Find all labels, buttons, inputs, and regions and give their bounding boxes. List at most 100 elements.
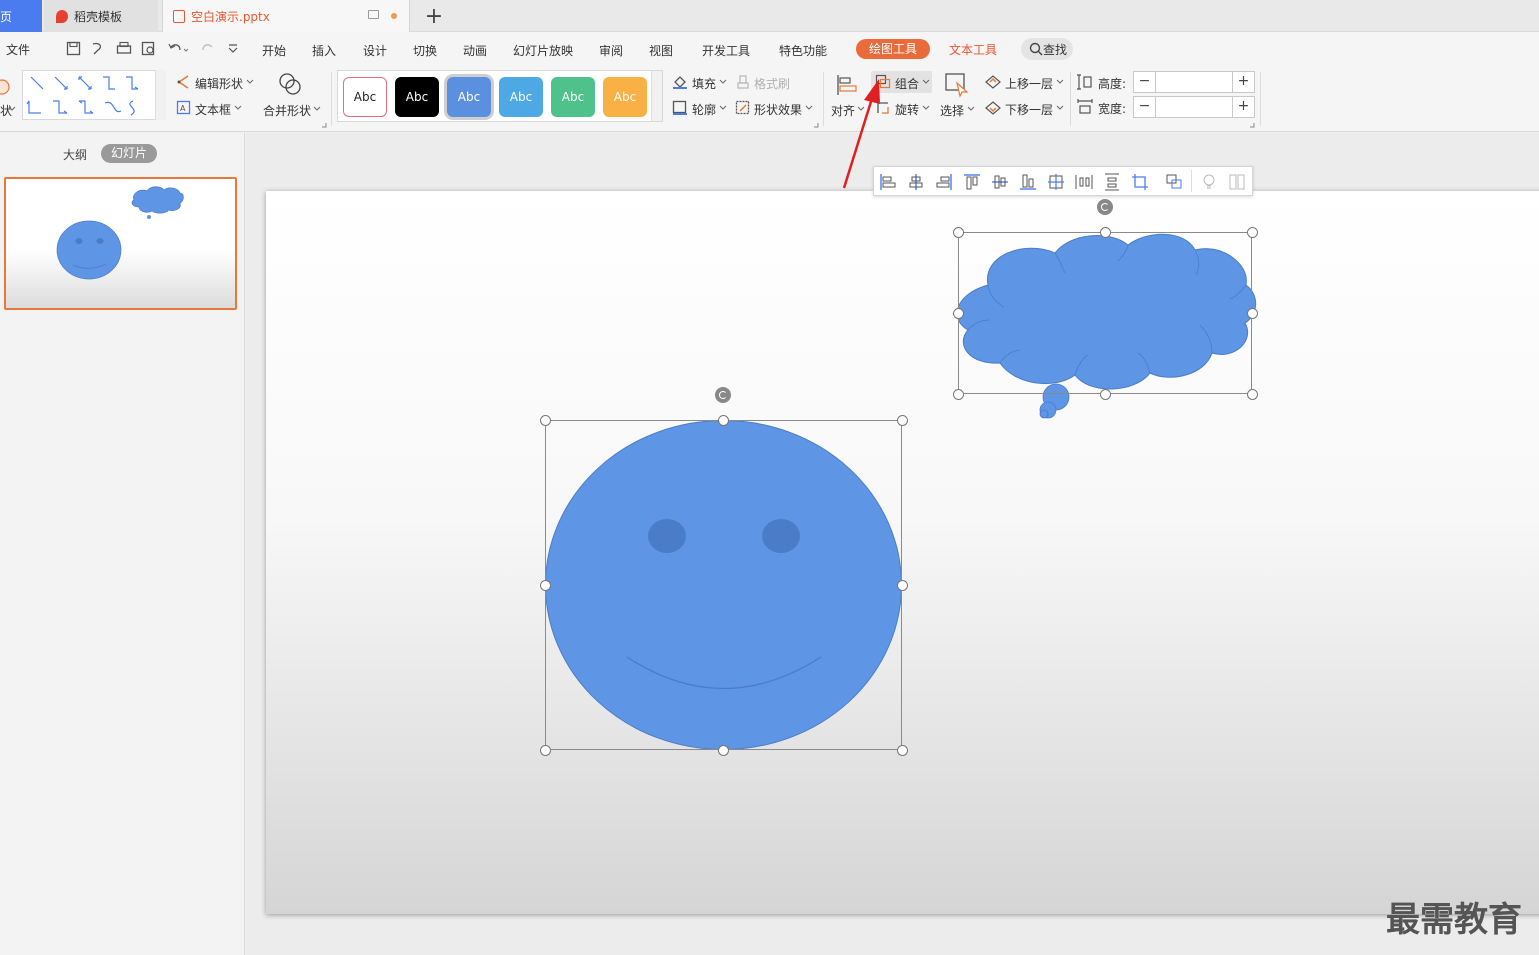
- slide-thumbnail[interactable]: [4, 177, 237, 310]
- menu-item-start[interactable]: 开始: [262, 42, 286, 59]
- resize-handle[interactable]: [540, 580, 551, 591]
- resize-handle[interactable]: [953, 227, 964, 238]
- edit-shape-label[interactable]: 编辑形状: [195, 75, 243, 92]
- chevron-down-icon[interactable]: [719, 105, 727, 111]
- chevron-down-icon[interactable]: [967, 106, 975, 112]
- height-decrement-button[interactable]: −: [1134, 72, 1156, 92]
- resize-handle[interactable]: [953, 308, 964, 319]
- resize-handle[interactable]: [1247, 308, 1258, 319]
- style-swatch-blue-selected[interactable]: Abc: [447, 77, 491, 117]
- style-swatch-sky[interactable]: Abc: [499, 77, 543, 117]
- new-tab-button[interactable]: +: [424, 2, 444, 30]
- save-icon[interactable]: [66, 41, 82, 57]
- chevron-down-icon[interactable]: [234, 105, 242, 111]
- fill-label[interactable]: 填充: [692, 75, 716, 92]
- textbox-label[interactable]: 文本框: [195, 101, 231, 118]
- style-swatch-green[interactable]: Abc: [551, 77, 595, 117]
- style-gallery-scrollbar[interactable]: [651, 71, 662, 121]
- rotate-label[interactable]: 旋转: [895, 101, 919, 118]
- select-pane-icon[interactable]: [944, 72, 970, 98]
- width-decrement-button[interactable]: −: [1134, 97, 1156, 117]
- menu-item-review[interactable]: 审阅: [599, 42, 623, 59]
- tab-template[interactable]: 稻壳模板: [44, 0, 158, 32]
- resize-handle[interactable]: [897, 745, 908, 756]
- menu-item-animation[interactable]: 动画: [463, 42, 487, 59]
- dialog-launcher-icon[interactable]: [813, 122, 819, 128]
- undo-icon[interactable]: [167, 41, 189, 57]
- chevron-down-icon[interactable]: [922, 105, 930, 111]
- resize-handle[interactable]: [953, 389, 964, 400]
- distribute-vertical-icon[interactable]: [1103, 173, 1121, 191]
- send-backward-label[interactable]: 下移一层: [1005, 101, 1053, 118]
- style-swatch-black[interactable]: Abc: [395, 77, 439, 117]
- chevron-down-icon[interactable]: [313, 106, 321, 112]
- resize-handle[interactable]: [897, 580, 908, 591]
- send-backward-icon[interactable]: [984, 100, 1002, 116]
- gallery-scrollbar[interactable]: [155, 70, 166, 120]
- resize-handle[interactable]: [1100, 389, 1111, 400]
- tab-outline[interactable]: 大纲: [63, 146, 87, 163]
- line-style-gallery[interactable]: [22, 70, 166, 120]
- chevron-down-icon[interactable]: [719, 79, 727, 85]
- chevron-down-icon[interactable]: [805, 105, 813, 111]
- dialog-launcher-icon[interactable]: [321, 122, 327, 128]
- tab-file[interactable]: 空白演示.pptx: [162, 0, 410, 32]
- chevron-down-icon[interactable]: [1056, 79, 1064, 85]
- crop-icon[interactable]: [1131, 173, 1149, 191]
- distribute-horizontal-icon[interactable]: [1075, 173, 1093, 191]
- edit-shape-icon[interactable]: [176, 74, 192, 90]
- menu-item-transition[interactable]: 切换: [413, 42, 437, 59]
- menu-item-view[interactable]: 视图: [649, 42, 673, 59]
- shape-effects-icon[interactable]: [735, 100, 751, 116]
- tab-text-tools[interactable]: 文本工具: [949, 41, 997, 58]
- chevron-down-icon[interactable]: [1056, 105, 1064, 111]
- outline-icon[interactable]: [672, 100, 688, 116]
- style-swatch-orange[interactable]: Abc: [603, 77, 647, 117]
- quick-access-dropdown-icon[interactable]: [227, 43, 239, 55]
- menu-item-slideshow[interactable]: 幻灯片放映: [513, 42, 573, 59]
- tab-drawing-tools[interactable]: 绘图工具: [856, 39, 930, 59]
- resize-handle[interactable]: [1247, 389, 1258, 400]
- rotate-handle-icon[interactable]: [1097, 199, 1113, 215]
- search-button[interactable]: 查找: [1021, 38, 1073, 60]
- redo-icon[interactable]: [200, 41, 216, 57]
- height-stepper[interactable]: − +: [1133, 71, 1255, 93]
- align-center-icon[interactable]: [907, 173, 925, 191]
- merge-shapes-label[interactable]: 合并形状: [263, 102, 311, 119]
- print-preview-icon[interactable]: [141, 41, 157, 57]
- monitor-icon[interactable]: [368, 10, 379, 19]
- align-middle-icon[interactable]: [991, 173, 1009, 191]
- resize-handle[interactable]: [540, 415, 551, 426]
- resize-handle[interactable]: [540, 745, 551, 756]
- resize-handle[interactable]: [1247, 227, 1258, 238]
- menu-item-design[interactable]: 设计: [363, 42, 387, 59]
- shape-style-gallery[interactable]: Abc Abc Abc Abc Abc Abc: [337, 70, 663, 122]
- textbox-icon[interactable]: A: [176, 100, 192, 116]
- height-increment-button[interactable]: +: [1232, 72, 1254, 92]
- align-grid-icon[interactable]: [1047, 173, 1065, 191]
- menu-item-features[interactable]: 特色功能: [779, 42, 827, 59]
- shape-effects-label[interactable]: 形状效果: [754, 101, 802, 118]
- connector-lines-gallery[interactable]: [23, 71, 167, 121]
- chevron-down-icon[interactable]: [922, 79, 930, 85]
- align-right-icon[interactable]: [935, 173, 953, 191]
- width-increment-button[interactable]: +: [1232, 97, 1254, 117]
- bring-forward-icon[interactable]: [984, 74, 1002, 90]
- align-top-icon[interactable]: [963, 173, 981, 191]
- output-icon[interactable]: [90, 41, 106, 57]
- menu-item-developer[interactable]: 开发工具: [702, 42, 750, 59]
- shape-insert-icon[interactable]: [0, 77, 12, 97]
- dialog-launcher-icon[interactable]: [1249, 122, 1255, 128]
- style-swatch-white[interactable]: Abc: [343, 77, 387, 117]
- tab-home[interactable]: 首页: [0, 0, 42, 32]
- outline-label[interactable]: 轮廓: [692, 101, 716, 118]
- bring-forward-label[interactable]: 上移一层: [1005, 75, 1053, 92]
- resize-handle[interactable]: [897, 415, 908, 426]
- menu-item-insert[interactable]: 插入: [312, 42, 336, 59]
- resize-handle[interactable]: [718, 745, 729, 756]
- rotate-handle-icon[interactable]: [715, 387, 731, 403]
- group-icon[interactable]: [1165, 173, 1183, 191]
- resize-handle[interactable]: [718, 415, 729, 426]
- chevron-down-icon[interactable]: [246, 79, 254, 85]
- chevron-down-icon[interactable]: [8, 106, 16, 112]
